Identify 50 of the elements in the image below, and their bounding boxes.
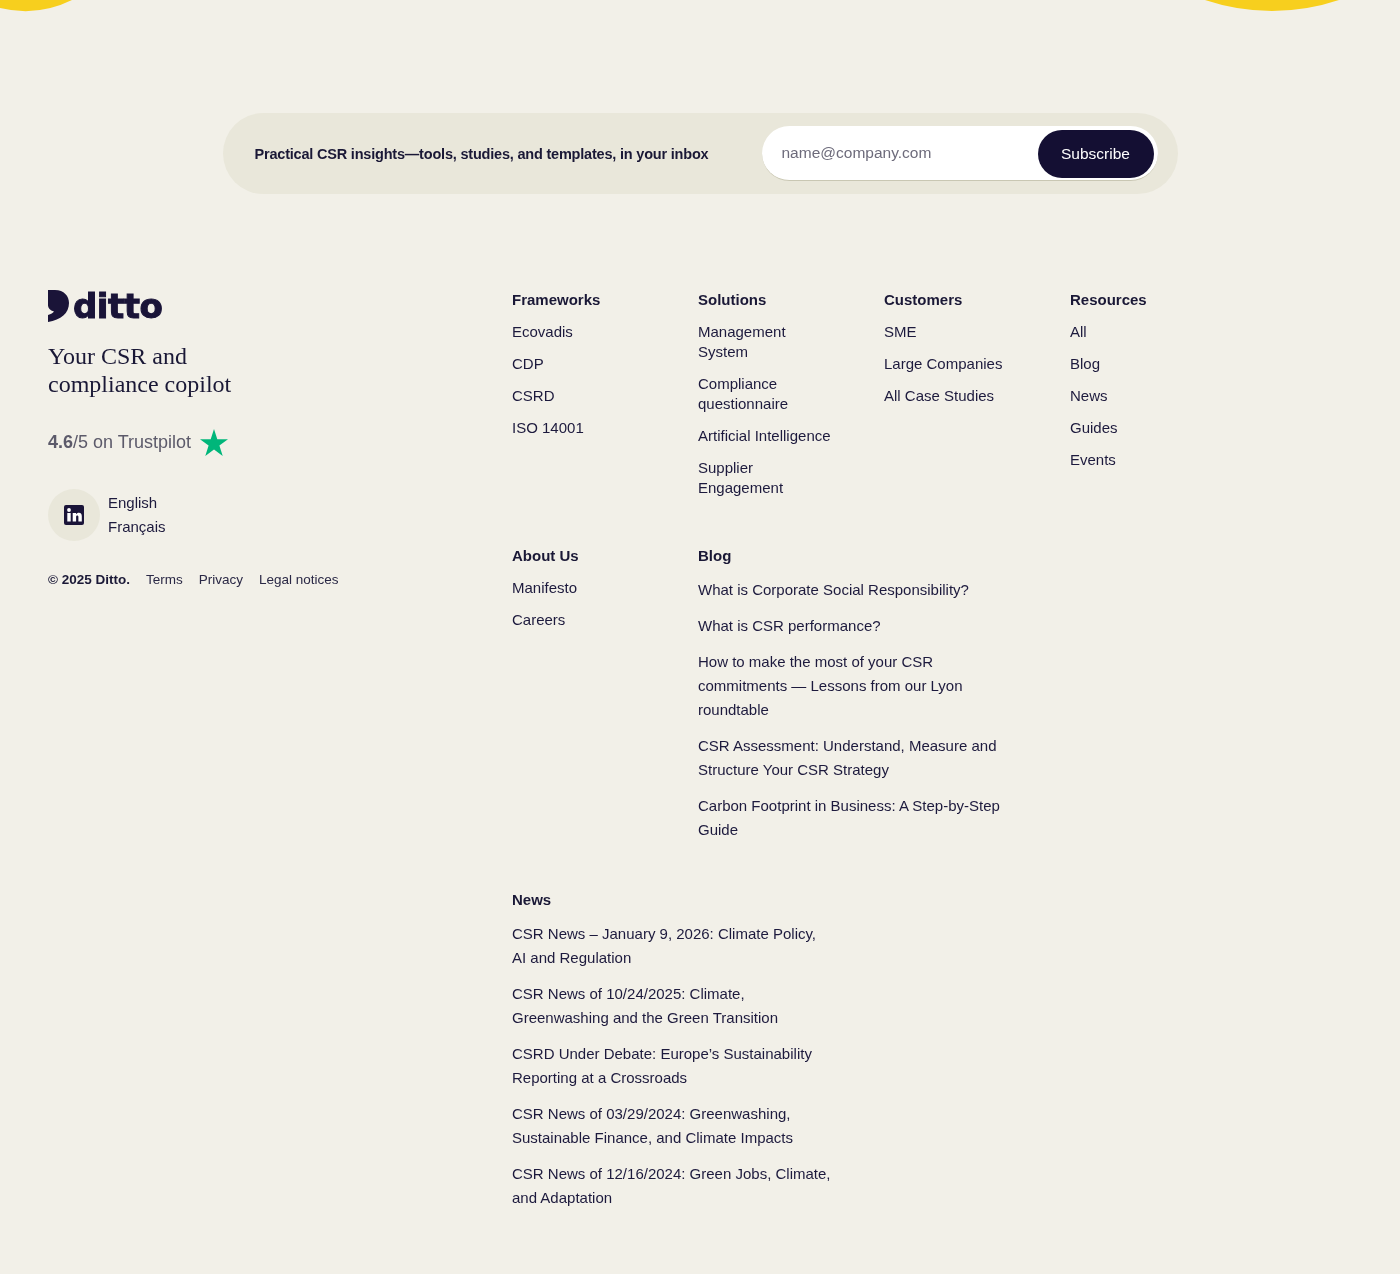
footer-link[interactable]: CSRD (512, 386, 555, 406)
tagline: Your CSR and compliance copilot (48, 342, 233, 398)
language-link[interactable]: English (108, 491, 166, 515)
article-link[interactable]: How to make the most of your CSR commitments — Lessons from our Lyon roundtable (698, 650, 1018, 722)
footer-link[interactable]: Management System (698, 322, 834, 362)
footer-link[interactable]: News (1070, 386, 1108, 406)
article-link[interactable]: Carbon Footprint in Business: A Step-by-Step Guide (698, 794, 1018, 842)
article-link[interactable]: What is CSR performance? (698, 614, 881, 638)
rating-text: 4.6/5 on Trustpilot (48, 432, 192, 453)
logo-mark-icon (48, 290, 69, 322)
footer-link[interactable]: Supplier Engagement (698, 458, 834, 498)
footer-link[interactable]: Events (1070, 450, 1116, 470)
section-heading: About Us (512, 546, 579, 566)
article-link[interactable]: CSR News of 03/29/2024: Greenwashing, Sustainable Finance, and Climate Impacts (512, 1102, 832, 1150)
newsletter-text: Practical CSR insights—tools, studies, and templates, in your inbox (254, 145, 709, 162)
footer-link[interactable]: Artificial Intelligence (698, 426, 831, 446)
article-link[interactable]: CSR News – January 9, 2026: Climate Policy, AI and Regulation (512, 922, 832, 970)
linkedin-button[interactable] (48, 489, 100, 541)
article-link[interactable]: CSR News of 10/24/2025: Climate, Greenwashing and the Green Transition (512, 982, 832, 1030)
footer-link[interactable]: Compliance questionnaire (698, 374, 834, 414)
legal-link[interactable]: Privacy (198, 572, 243, 587)
footer-link[interactable]: Careers (512, 610, 566, 630)
section-heading: Blog (698, 546, 732, 566)
article-link[interactable]: CSR Assessment: Understand, Measure and Structure Your CSR Strategy (698, 734, 1018, 782)
copyright-text: © 2025 Ditto. (48, 572, 130, 587)
footer-link[interactable]: CDP (512, 354, 544, 374)
footer-link[interactable]: Ecovadis (512, 322, 573, 342)
section-heading: Solutions (698, 290, 767, 310)
footer-link[interactable]: Blog (1070, 354, 1101, 374)
language-link[interactable]: Français (108, 515, 166, 539)
footer-link[interactable]: Manifesto (512, 578, 578, 598)
legal-link[interactable]: Legal notices (259, 572, 339, 587)
footer-link[interactable]: Large Companies (884, 354, 1003, 374)
linkedin-icon (64, 505, 84, 525)
footer-link[interactable]: All Case Studies (884, 386, 995, 406)
footer-link[interactable]: All (1070, 322, 1087, 342)
footer-link[interactable]: ISO 14001 (512, 418, 584, 438)
subscribe-button[interactable]: Subscribe (1037, 130, 1154, 178)
star-icon (200, 429, 229, 456)
article-link[interactable]: What is Corporate Social Responsibility? (698, 578, 969, 602)
footer-link[interactable]: Guides (1070, 418, 1118, 438)
section-heading: News (512, 890, 552, 910)
section-heading: Resources (1070, 290, 1147, 310)
logo-wordmark: ditto (73, 290, 163, 322)
legal-link[interactable]: Terms (146, 572, 183, 587)
section-heading: Customers (884, 290, 963, 310)
footer-link[interactable]: SME (884, 322, 917, 342)
section-heading: Frameworks (512, 290, 601, 310)
article-link[interactable]: CSRD Under Debate: Europe’s Sustainability Reporting at a Crossroads (512, 1042, 832, 1090)
article-link[interactable]: CSR News of 12/16/2024: Green Jobs, Climate, and Adaptation (512, 1162, 832, 1210)
